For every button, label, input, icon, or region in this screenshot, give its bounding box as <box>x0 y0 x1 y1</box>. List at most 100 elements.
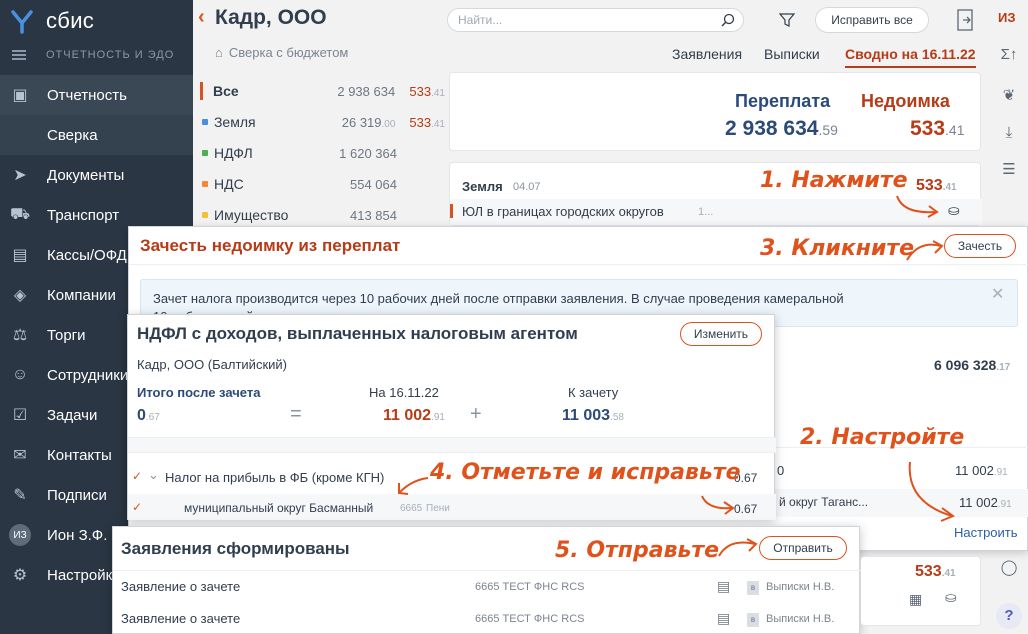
statement-badge: в <box>747 581 759 595</box>
bottom-card[interactable]: 533.41 ▦ ⛀ <box>861 556 981 626</box>
help-icon[interactable]: ? <box>996 603 1022 629</box>
arrow-4b-icon <box>701 495 735 515</box>
statement-row[interactable]: Заявление о зачете 6665 ТЕСТ ФНС RCS ▤ в… <box>113 573 861 601</box>
sidebar-item-reconciliation[interactable]: Сверка <box>0 115 193 155</box>
statements-title: Заявления сформированы <box>121 539 350 558</box>
user-initials[interactable]: ИЗ <box>998 10 1016 25</box>
breadcrumb[interactable]: ⌂ Сверка с бюджетом <box>215 45 348 60</box>
checkbox-checked-icon[interactable]: ✓ <box>132 469 142 483</box>
sidebar-item-reporting[interactable]: ▣ Отчетность <box>0 75 193 115</box>
statement-row[interactable]: Заявление о зачете 6665 ТЕСТ ФНС RCS ▤ в… <box>113 605 861 633</box>
category-debt: 533.41 <box>409 83 445 99</box>
hamburger-menu-icon[interactable] <box>12 50 26 60</box>
statement-person: Выписки Н.В. <box>766 581 835 593</box>
statement-label: Заявление о зачете <box>121 579 241 594</box>
category-debt: 533.41 <box>409 114 445 130</box>
category-ndfl[interactable]: НДФЛ 1 620 364 <box>200 138 445 168</box>
close-icon[interactable]: ✕ <box>991 284 1004 304</box>
selected-marker <box>200 82 203 100</box>
offset-coins-icon[interactable]: ⛀ <box>945 589 957 606</box>
district-row-code: 6665 <box>400 503 423 514</box>
date-label: На 16.11.22 <box>369 385 439 400</box>
auction-icon: ⚖ <box>12 327 28 344</box>
receipt-icon[interactable]: ▦ <box>909 591 922 608</box>
tasks-icon: ☑ <box>12 407 28 424</box>
send-icon: ➤ <box>13 167 27 184</box>
plus-sign: + <box>470 403 482 425</box>
ndfl-company: Кадр, ООО (Балтийский) <box>137 357 287 372</box>
document-icon[interactable]: ▤ <box>717 610 730 627</box>
statement-person: Выписки Н.В. <box>766 613 835 625</box>
contacts-icon: ✉ <box>13 447 27 464</box>
configure-link[interactable]: Настроить <box>954 525 1018 540</box>
arrow-1-icon <box>896 195 939 218</box>
page-title: Кадр, ООО <box>215 6 327 29</box>
filter-icon[interactable] <box>779 12 795 28</box>
annotation-5: 5. Отправьте <box>555 538 720 563</box>
report-icon: ▣ <box>12 87 28 104</box>
tab-summary[interactable]: Сводно на 16.11.22 <box>845 46 976 68</box>
checkbox-checked-icon[interactable]: ✓ <box>132 500 142 514</box>
category-land[interactable]: Земля 26 319.00 533.41 <box>200 107 445 137</box>
category-amount: 554 064 <box>350 176 397 192</box>
district-row-value[interactable]: 0.67 <box>734 502 757 516</box>
category-name: НДС <box>214 176 244 192</box>
divider <box>113 570 861 571</box>
tab-statements[interactable]: Заявления <box>672 46 742 62</box>
land-card-date: 04.07 <box>513 181 541 193</box>
arrow-4a-icon <box>398 477 429 495</box>
district-row-kind: Пени <box>426 503 450 514</box>
bottom-card-debt: 533.41 <box>915 563 956 580</box>
sidebar-item-label: Компании <box>47 286 116 304</box>
category-name: Земля <box>213 114 256 130</box>
category-dot <box>202 119 208 125</box>
overpay-label: Переплата <box>735 91 831 111</box>
avatar: ИЗ <box>9 524 31 546</box>
fix-all-button[interactable]: Исправить все <box>815 7 929 33</box>
register-icon: ▤ <box>12 247 28 264</box>
annotation-3: 3. Кликните <box>760 236 915 261</box>
sidebar-item-label: Подписи <box>47 486 107 504</box>
list-filter-icon[interactable]: ☰ <box>995 160 1023 184</box>
statement-label: Заявление о зачете <box>121 611 241 626</box>
row-a-left: 0 <box>777 463 785 478</box>
category-all[interactable]: Все 2 938 634 533.41 <box>200 76 445 106</box>
chevron-down-icon[interactable]: ⌄ <box>148 467 159 483</box>
section-divider <box>128 437 776 453</box>
ndfl-panel: НДФЛ с доходов, выплаченных налоговым аг… <box>127 314 776 520</box>
tab-extracts[interactable]: Выписки <box>764 46 820 62</box>
date-value: 11 002.91 <box>383 407 445 424</box>
arrow-5-icon <box>718 538 758 557</box>
export-doc-icon[interactable] <box>954 8 978 34</box>
debt-label: Недоимка <box>861 91 950 111</box>
back-chevron-icon[interactable]: ‹ <box>198 6 205 29</box>
statement-org: 6665 ТЕСТ ФНС RCS <box>475 581 585 593</box>
send-button[interactable]: Отправить <box>759 536 847 560</box>
gear-icon: ⚙ <box>12 567 28 584</box>
breadcrumb-label: Сверка с бюджетом <box>228 45 349 60</box>
change-button[interactable]: Изменить <box>680 322 762 346</box>
sidebar-item-label: Задачи <box>47 406 98 424</box>
offset-amount: 6 096 328.17 <box>934 357 1011 373</box>
download-icon[interactable]: ⤓ <box>995 124 1023 148</box>
chat-icon[interactable]: ◯ <box>995 558 1023 582</box>
offset-button[interactable]: Зачесть <box>944 234 1016 258</box>
district-row[interactable]: ✓ муниципальный округ Басманный 6665 Пен… <box>128 494 776 520</box>
total-label: Итого после зачета <box>137 385 261 400</box>
category-vat[interactable]: НДС 554 064 <box>200 169 445 199</box>
sidebar-item-label: Транспорт <box>47 206 120 224</box>
emblem-icon[interactable]: ❦ <box>995 86 1023 110</box>
truck-icon: ⛟ <box>9 206 31 223</box>
total-value: 0.67 <box>137 407 160 424</box>
category-amount: 2 938 634 <box>337 83 396 99</box>
sidebar-item-label: Контакты <box>47 446 112 464</box>
search-icon[interactable] <box>721 13 735 27</box>
category-name: Имущество <box>214 207 289 223</box>
document-icon[interactable]: ▤ <box>717 578 730 595</box>
sum-icon[interactable]: Σ↑ <box>995 46 1023 70</box>
category-dot <box>202 181 208 187</box>
offset-coins-icon[interactable]: ⛀ <box>948 202 960 219</box>
search-input[interactable]: Найти... <box>447 8 744 32</box>
sidebar-item-documents[interactable]: ➤ Документы <box>0 155 193 195</box>
search-placeholder: Найти... <box>458 13 503 27</box>
